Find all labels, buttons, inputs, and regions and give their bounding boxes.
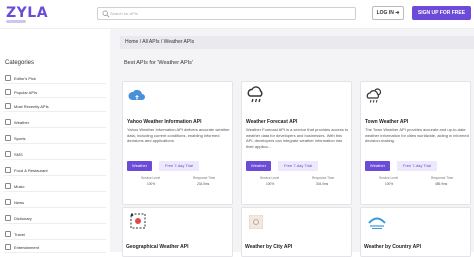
sidebar-item-dictionary[interactable]: Dictionary <box>4 212 106 224</box>
fire-icon <box>5 89 11 95</box>
clock-icon <box>5 103 11 109</box>
trial-badge[interactable]: Free 7-day Trial <box>278 161 319 171</box>
music-icon <box>5 183 11 189</box>
top-bar: ZYLA Search for APIs LOG IN ➜ SIGN UP FO… <box>0 0 474 29</box>
search-icon <box>102 10 110 18</box>
service-level-value: 100% <box>266 182 275 186</box>
section-title: Best APIs for 'Weather APIs' <box>124 60 193 66</box>
trial-badge[interactable]: Free 7-day Trial <box>159 161 200 171</box>
newspaper-icon <box>5 199 11 205</box>
api-name-country[interactable]: Weather by Country API <box>364 244 421 250</box>
response-time-value: 234.5ms <box>197 182 210 186</box>
response-time-label: Response Time <box>193 176 216 180</box>
service-level-label: Service Level <box>379 176 399 180</box>
sidebar-item-sms[interactable]: SMS <box>4 148 106 160</box>
api-description: Weather Forecast API is a service that p… <box>246 127 349 149</box>
api-name[interactable]: Weather Forecast API <box>246 119 297 125</box>
cloud-icon <box>5 119 11 125</box>
sidebar-item-travel[interactable]: Travel <box>4 228 106 240</box>
rain-cloud-icon <box>247 86 263 103</box>
api-card-weather-forecast[interactable]: Weather Forecast API Weather Forecast AP… <box>241 81 352 205</box>
response-time-label: Response Time <box>431 176 454 180</box>
fork-icon <box>5 167 11 173</box>
brand-logo[interactable]: ZYLA <box>6 5 48 21</box>
book-icon <box>5 215 11 221</box>
search-input[interactable]: Search for APIs <box>97 7 356 20</box>
plane-icon <box>5 231 11 237</box>
categories-title: Categories <box>5 60 35 66</box>
signup-button[interactable]: SIGN UP FOR FREE <box>412 6 471 20</box>
sidebar-item-popular[interactable]: Popular APIs <box>4 86 106 98</box>
cloud-upload-icon <box>128 89 145 100</box>
sidebar-item-weather[interactable]: Weather <box>4 116 106 128</box>
service-level-label: Service Level <box>260 176 280 180</box>
service-level-value: 100% <box>385 182 394 186</box>
sun-rain-cloud-icon <box>366 88 382 103</box>
api-card-town-weather[interactable]: Town Weather API The Town Weather API pr… <box>360 81 471 205</box>
service-level-value: 100% <box>147 182 156 186</box>
brand-logo-underline <box>6 20 26 23</box>
breadcrumb[interactable]: Home / All APIs / Weather APIs <box>120 36 474 49</box>
wind-cloud-icon <box>368 217 386 229</box>
trial-badge[interactable]: Free 7-day Trial <box>397 161 438 171</box>
search-placeholder: Search for APIs <box>110 11 138 16</box>
film-icon <box>5 244 11 250</box>
category-tag[interactable]: Weather <box>127 161 153 171</box>
response-time-label: Response Time <box>312 176 335 180</box>
sidebar-item-music[interactable]: Music <box>4 180 106 192</box>
sidebar-item-sports[interactable]: Sports <box>4 132 106 144</box>
api-description: Yahoo Weather Information API delivers a… <box>127 127 230 143</box>
sidebar-item-editors-pick[interactable]: Editor's Pick <box>4 72 106 84</box>
api-name-city[interactable]: Weather by City API <box>245 244 292 250</box>
sidebar-item-food[interactable]: Food & Restaurant <box>4 164 106 176</box>
api-name[interactable]: Town Weather API <box>365 119 408 125</box>
api-name-geographical[interactable]: Geographical Weather API <box>126 244 189 250</box>
category-tag[interactable]: Weather <box>365 161 391 171</box>
login-button[interactable]: LOG IN ➜ <box>372 6 404 20</box>
category-tag[interactable]: Weather <box>246 161 272 171</box>
sidebar-item-recent[interactable]: Most Recently APIs <box>4 100 106 112</box>
message-icon <box>5 151 11 157</box>
api-card-yahoo-weather[interactable]: Yahoo Weather Information API Yahoo Weat… <box>122 81 233 205</box>
service-level-label: Service Level <box>141 176 161 180</box>
globe-grid-icon <box>130 213 146 229</box>
category-sidebar: Categories Editor's Pick Popular APIs Mo… <box>0 58 110 253</box>
response-time-value: 485.9ms <box>435 182 448 186</box>
api-description: The Town Weather API provides accurate a… <box>365 127 469 143</box>
ball-icon <box>5 135 11 141</box>
sidebar-item-entertainment[interactable]: Entertainment <box>4 241 106 253</box>
sidebar-item-news[interactable]: News <box>4 196 106 208</box>
api-name[interactable]: Yahoo Weather Information API <box>127 119 201 125</box>
image-placeholder-icon <box>249 215 263 229</box>
star-icon <box>5 75 11 81</box>
response-time-value: 304.0ms <box>316 182 329 186</box>
